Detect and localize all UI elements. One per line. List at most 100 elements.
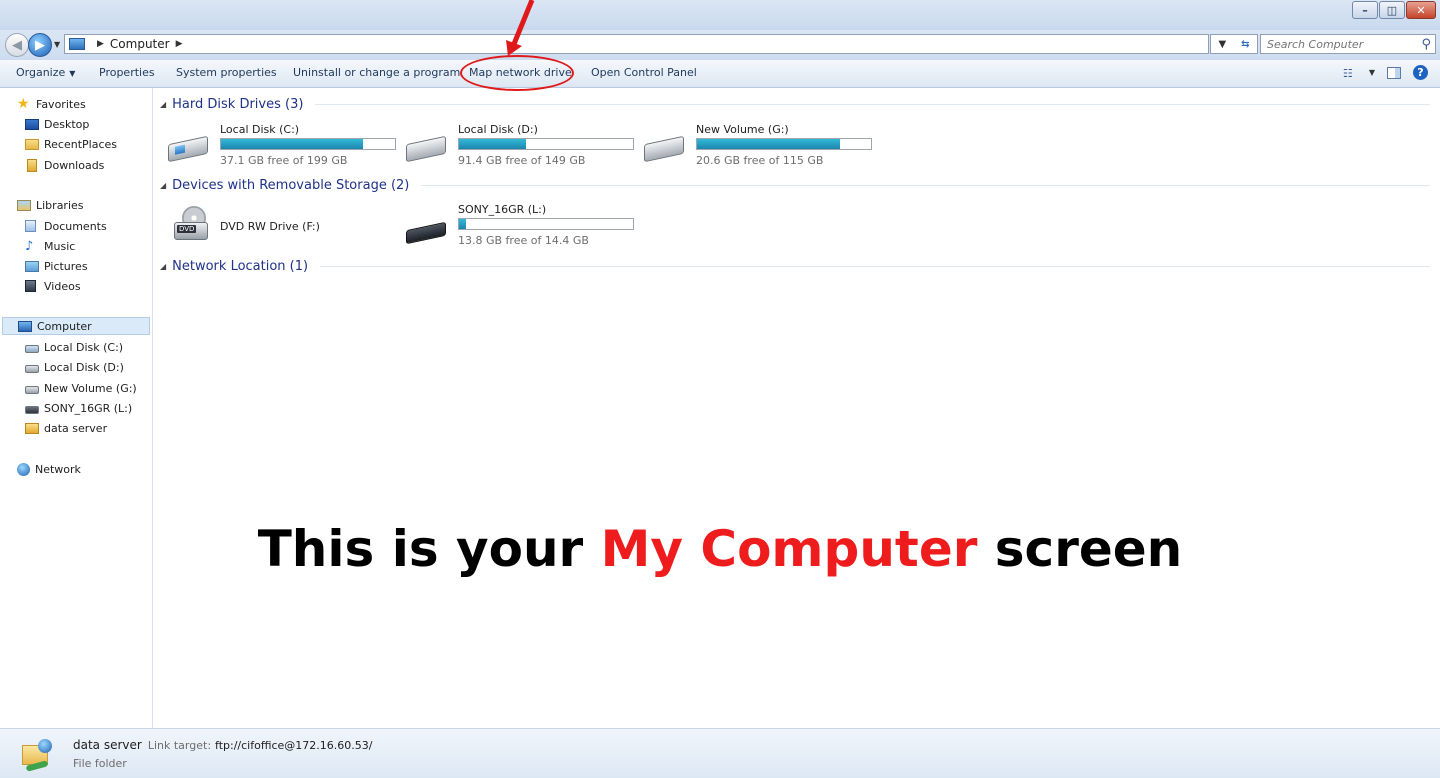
usb-drive-icon	[25, 405, 39, 414]
group-header-removable[interactable]: ◢ Devices with Removable Storage (2)	[160, 178, 1430, 193]
navigation-pane: ★ Favorites Desktop RecentPlaces Download…	[0, 88, 153, 728]
window-controls: – ◫ ✕	[1351, 1, 1436, 19]
drive-tile-dvd[interactable]: DVD DVD RW Drive (F:)	[160, 202, 396, 248]
forward-button[interactable]: ▶	[28, 33, 52, 57]
recent-pages-dropdown[interactable]: ▼	[54, 40, 60, 49]
sidebar-item-local-disk-c[interactable]: Local Disk (C:)	[25, 338, 123, 356]
sidebar-item-label: Favorites	[36, 97, 86, 111]
group-header-hard-disks[interactable]: ◢ Hard Disk Drives (3)	[160, 97, 1430, 112]
maximize-button[interactable]: ◫	[1379, 1, 1405, 19]
address-history-dropdown[interactable]: ▼	[1218, 39, 1226, 50]
dvd-badge: DVD	[177, 225, 197, 233]
sidebar-item-videos[interactable]: Videos	[25, 277, 81, 295]
sidebar-item-label: Pictures	[44, 259, 88, 273]
drive-tile-c[interactable]: Local Disk (C:) 37.1 GB free of 199 GB	[160, 122, 396, 172]
preview-pane-icon[interactable]	[1387, 66, 1401, 79]
sidebar-item-pictures[interactable]: Pictures	[25, 257, 88, 275]
map-network-drive-button[interactable]: Map network drive	[469, 66, 572, 79]
breadcrumb-computer[interactable]: Computer	[110, 37, 170, 51]
system-drive-icon	[168, 135, 208, 163]
chevron-right-icon[interactable]: ▶	[176, 39, 183, 49]
chevron-down-icon: ▼	[69, 69, 76, 78]
drive-name: DVD RW Drive (F:)	[220, 220, 320, 233]
properties-button[interactable]: Properties	[99, 66, 155, 79]
open-control-panel-button[interactable]: Open Control Panel	[591, 66, 697, 79]
help-icon[interactable]: ?	[1413, 65, 1428, 80]
sidebar-item-label: New Volume (G:)	[44, 381, 137, 395]
collapse-triangle-icon[interactable]: ◢	[160, 262, 166, 271]
sidebar-item-downloads[interactable]: Downloads	[25, 156, 104, 174]
group-title: Network Location (1)	[172, 259, 309, 274]
drive-tile-d[interactable]: Local Disk (D:) 91.4 GB free of 149 GB	[398, 122, 634, 172]
network-folder-icon	[20, 739, 54, 773]
link-target-value: ftp://cifoffice@172.16.60.53/	[215, 739, 373, 752]
collapse-triangle-icon[interactable]: ◢	[160, 100, 166, 109]
group-title: Hard Disk Drives (3)	[172, 97, 304, 112]
divider	[315, 104, 1430, 105]
sidebar-item-network[interactable]: Network	[17, 460, 81, 478]
back-button[interactable]: ◀	[5, 33, 29, 57]
sidebar-item-sony-16gr[interactable]: SONY_16GR (L:)	[25, 399, 132, 417]
sidebar-item-recentplaces[interactable]: RecentPlaces	[25, 135, 117, 153]
sidebar-item-label: Downloads	[44, 158, 105, 172]
desktop-icon	[25, 118, 39, 130]
sidebar-item-label: Computer	[37, 319, 92, 333]
collapse-triangle-icon[interactable]: ◢	[160, 181, 166, 190]
drive-tile-l[interactable]: SONY_16GR (L:) 13.8 GB free of 14.4 GB	[398, 202, 634, 252]
drive-name: Local Disk (D:)	[458, 123, 538, 136]
content-pane: ◢ Hard Disk Drives (3) Local Disk (C:) 3…	[153, 88, 1440, 728]
sidebar-item-label: RecentPlaces	[44, 137, 117, 151]
sidebar-item-computer[interactable]: Computer	[2, 317, 150, 335]
drive-usage-fill	[459, 139, 527, 149]
details-type: File folder	[73, 757, 127, 770]
refresh-icon[interactable]: ⇆	[1241, 39, 1249, 50]
sidebar-item-music[interactable]: ♪ Music	[25, 237, 75, 255]
address-actions: ▼ ⇆	[1210, 34, 1258, 54]
sidebar-item-favorites[interactable]: ★ Favorites	[17, 95, 86, 113]
minimize-button[interactable]: –	[1352, 1, 1378, 19]
close-button[interactable]: ✕	[1406, 1, 1436, 19]
drive-free-space: 91.4 GB free of 149 GB	[458, 154, 586, 167]
drive-name: SONY_16GR (L:)	[458, 203, 547, 216]
drive-tile-g[interactable]: New Volume (G:) 20.6 GB free of 115 GB	[636, 122, 872, 172]
sidebar-item-local-disk-d[interactable]: Local Disk (D:)	[25, 358, 124, 376]
documents-icon	[25, 220, 36, 232]
sidebar-item-label: Libraries	[36, 198, 84, 212]
network-folder-icon	[25, 422, 39, 434]
sidebar-item-label: Local Disk (C:)	[44, 340, 124, 354]
change-view-icon[interactable]: ☷	[1343, 67, 1357, 80]
chevron-down-icon[interactable]: ▼	[1369, 68, 1375, 77]
downloads-folder-icon	[27, 158, 37, 172]
chevron-right-icon[interactable]: ▶	[97, 39, 104, 49]
sidebar-item-desktop[interactable]: Desktop	[25, 115, 89, 133]
address-input[interactable]: ▶ Computer ▶	[64, 34, 1209, 54]
drive-free-space: 37.1 GB free of 199 GB	[220, 154, 348, 167]
search-field[interactable]: ⚲	[1260, 34, 1436, 54]
dvd-drive-icon: DVD	[174, 206, 208, 244]
organize-menu[interactable]: Organize ▼	[16, 66, 75, 79]
sidebar-item-data-server[interactable]: data server	[25, 419, 107, 437]
computer-icon	[18, 320, 32, 332]
recent-places-icon	[25, 138, 39, 150]
computer-icon	[69, 38, 85, 50]
search-input[interactable]	[1265, 36, 1422, 52]
sidebar-item-label: Network	[35, 462, 81, 476]
system-properties-button[interactable]: System properties	[176, 66, 277, 79]
drive-usage-bar	[458, 218, 634, 230]
sidebar-item-documents[interactable]: Documents	[25, 217, 107, 235]
drive-name: Local Disk (C:)	[220, 123, 300, 136]
system-drive-icon	[25, 344, 39, 353]
sidebar-item-label: Desktop	[44, 117, 90, 131]
group-header-network[interactable]: ◢ Network Location (1)	[160, 259, 1430, 274]
sidebar-item-label: Videos	[44, 279, 81, 293]
search-icon[interactable]: ⚲	[1421, 37, 1431, 52]
hard-drive-icon	[406, 135, 446, 163]
drive-usage-fill	[459, 219, 467, 229]
star-icon: ★	[17, 95, 30, 112]
sidebar-item-new-volume-g[interactable]: New Volume (G:)	[25, 379, 137, 397]
uninstall-program-button[interactable]: Uninstall or change a program	[293, 66, 460, 79]
music-icon: ♪	[25, 238, 34, 254]
drive-usage-bar	[458, 138, 634, 150]
sidebar-item-libraries[interactable]: Libraries	[17, 196, 84, 214]
details-title: data server Link target: ftp://cifoffice@1…	[73, 738, 372, 752]
